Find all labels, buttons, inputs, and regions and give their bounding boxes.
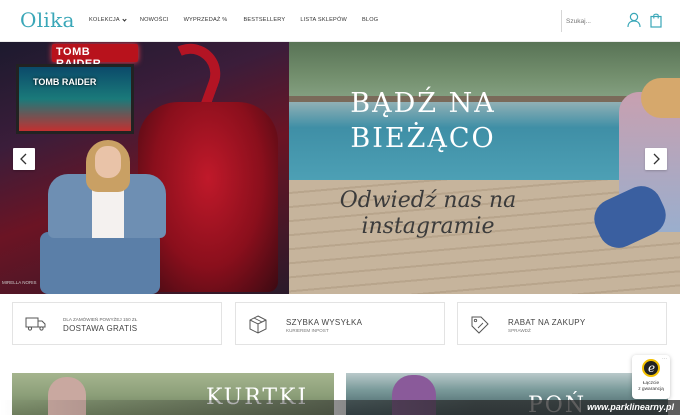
chevron-down-icon xyxy=(122,16,127,22)
hero-title-line: BIEŻĄCO xyxy=(350,123,496,154)
trust-badge[interactable]: ··· e Łączcie z gwarancją xyxy=(632,355,670,399)
more-icon[interactable]: ··· xyxy=(662,356,667,362)
user-icon[interactable] xyxy=(627,12,641,33)
chevron-right-icon xyxy=(653,153,660,165)
nav-item-label: LISTA SKLEPÓW xyxy=(300,17,347,23)
shopping-bag-icon[interactable] xyxy=(650,12,662,33)
photo-watermark: MIRELLA NORIS xyxy=(2,280,37,285)
main-nav: KOLEKCJA NOWOŚCI WYPRZEDAŻ % BESTSELLERY… xyxy=(89,16,378,23)
watermark-url: www.parklinearny.pl xyxy=(587,402,674,412)
search-input[interactable] xyxy=(566,14,618,28)
nav-item-label: BLOG xyxy=(361,17,379,23)
hero-title: BĄDŹ NA BIEŻĄCO xyxy=(333,86,513,156)
info-box-caption: DLA ZAMÓWIEŃ POWYŻEJ 150 ZŁ xyxy=(63,317,138,322)
info-box-title: DOSTAWA GRATIS xyxy=(63,324,138,333)
delivery-truck-icon xyxy=(25,315,47,336)
arcade-screen-text: TOMB RAIDER xyxy=(33,77,97,87)
info-box-caption: SPRAWDŹ xyxy=(508,328,531,333)
nav-item-label: WYPRZEDAŻ % xyxy=(183,17,228,23)
hero-subtitle-line: instagramie xyxy=(361,214,495,239)
info-box-title: RABAT NA ZAKUPY xyxy=(508,318,586,327)
nav-item-blog[interactable]: BLOG xyxy=(362,17,378,23)
nav-item-label: NOWOŚCI xyxy=(139,17,169,23)
nav-item-label: BESTSELLERY xyxy=(243,17,286,23)
hero-slider[interactable]: TOMB RAIDER TOMB RAIDER MIRELLA NORIS BĄ… xyxy=(0,42,680,294)
search-divider xyxy=(561,10,562,32)
model-face xyxy=(95,146,121,178)
model-jeans xyxy=(40,232,160,294)
info-box-free-delivery[interactable]: DLA ZAMÓWIEŃ POWYŻEJ 150 ZŁ DOSTAWA GRAT… xyxy=(12,302,222,345)
info-box-title: SZYBKA WYSYŁKA xyxy=(286,318,363,327)
logo[interactable]: Olika xyxy=(20,8,75,32)
chevron-left-icon xyxy=(20,153,27,165)
arcade-screen: TOMB RAIDER xyxy=(16,64,134,134)
nav-item-kolekcja[interactable]: KOLEKCJA xyxy=(89,16,127,23)
trust-seal-icon: e xyxy=(642,359,660,377)
hero-subtitle-line: Odwiedź nas na xyxy=(339,188,517,213)
info-box-discount[interactable]: RABAT NA ZAKUPY SPRAWDŹ xyxy=(457,302,667,345)
nav-item-lista-sklepow[interactable]: LISTA SKLEPÓW xyxy=(300,17,347,23)
arcade-neon-sign: TOMB RAIDER xyxy=(52,44,138,70)
header: Olika KOLEKCJA NOWOŚCI WYPRZEDAŻ % BESTS… xyxy=(0,0,680,42)
page: Olika KOLEKCJA NOWOŚCI WYPRZEDAŻ % BESTS… xyxy=(0,0,680,415)
trust-badge-line: Łączcie xyxy=(642,381,660,386)
hero-subtitle[interactable]: Odwiedź nas na instagramie xyxy=(313,188,543,240)
trust-badge-line: z gwarancją xyxy=(638,387,664,392)
info-box-caption: KURIEREM INPOST xyxy=(286,328,329,333)
watermark-bar xyxy=(0,400,680,415)
hero-right-photo: BĄDŹ NA BIEŻĄCO Odwiedź nas na instagram… xyxy=(289,42,680,294)
model-hair-right xyxy=(641,78,680,118)
slider-next-button[interactable] xyxy=(645,148,667,170)
nav-item-wyprzedaz[interactable]: WYPRZEDAŻ % xyxy=(184,17,228,23)
trust-seal-letter: e xyxy=(648,361,656,375)
nav-item-label: KOLEKCJA xyxy=(89,17,120,23)
hero-title-line: BĄDŹ NA xyxy=(350,88,496,119)
slider-prev-button[interactable] xyxy=(13,148,35,170)
nav-item-nowosci[interactable]: NOWOŚCI xyxy=(140,17,169,23)
info-box-fast-shipping[interactable]: SZYBKA WYSYŁKA KURIEREM INPOST xyxy=(235,302,445,345)
nav-item-bestsellery[interactable]: BESTSELLERY xyxy=(243,17,285,23)
hero-left-photo: TOMB RAIDER TOMB RAIDER MIRELLA NORIS xyxy=(0,42,289,294)
discount-tag-icon xyxy=(470,315,490,340)
package-box-icon xyxy=(248,315,268,340)
